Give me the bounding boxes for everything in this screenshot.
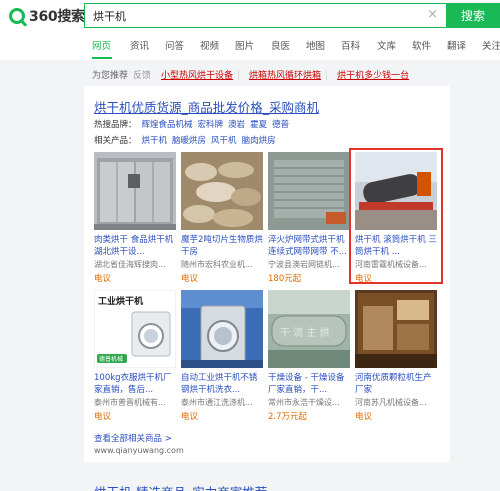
logo-q-icon — [9, 8, 25, 24]
feedback-link[interactable]: 反馈 — [133, 68, 151, 81]
logo[interactable]: 360搜索 — [9, 6, 85, 26]
header: 360搜索 烘干机 × 搜索 网页 资讯 问答 视频 图片 良医 地图 百科 文… — [0, 0, 500, 60]
logo-text: 360搜索 — [29, 9, 85, 25]
product-image[interactable]: 干 流 主 烘 — [268, 290, 350, 368]
product-price: 电议 — [181, 412, 199, 422]
tab-software[interactable]: 软件 — [412, 38, 431, 52]
product-price: 电议 — [355, 412, 373, 422]
product-item[interactable]: 河南优质颗粒机生产厂家 河南苏凡机械设备... 电议 — [355, 290, 437, 422]
product-price: 2.7万元起 — [268, 412, 308, 422]
tab-images[interactable]: 图片 — [235, 38, 254, 52]
site-url: www.qianyuwang.com — [94, 446, 184, 455]
close-icon[interactable]: × — [427, 7, 438, 23]
related-label: 相关产品： — [94, 136, 137, 146]
recommend-link[interactable]: 小型热风烘干设备 — [161, 68, 233, 81]
product-item[interactable]: 淬火炉网带式烘干机连续式网带网带 不... 宁波县澳岩网链机... 180元起 — [268, 152, 350, 284]
view-all-products-link[interactable]: 查看全部相关商品 > — [94, 432, 172, 444]
brand-link[interactable]: 宏科牌 — [198, 120, 224, 130]
product-image[interactable] — [268, 152, 350, 230]
divider — [238, 69, 240, 80]
product-name[interactable]: 100kg衣服烘干机厂家直销，售后... — [94, 372, 176, 396]
product-name[interactable]: 干燥设备 - 干燥设备厂家直销，干... — [268, 372, 350, 396]
product-item[interactable]: 工业烘干机 德普机械 100kg衣服烘干机厂家直销，售后... 泰州市普晋机械有… — [94, 290, 176, 422]
tab-baike[interactable]: 百科 — [341, 38, 360, 52]
product-image[interactable]: 工业烘干机 德普机械 — [94, 290, 176, 368]
ad-result-card: 烘干机优质货源_商品批发价格_采购商机 热搜品牌： 辉煌食品机械 宏科牌 澳岩 霍夏 德普… — [84, 86, 450, 462]
product-name[interactable]: 淬火炉网带式烘干机连续式网带网带 不... — [268, 234, 350, 258]
product-image[interactable] — [94, 152, 176, 230]
related-link[interactable]: 脑暖烘房 — [172, 136, 206, 146]
product-name[interactable]: 河南优质颗粒机生产厂家 — [355, 372, 437, 396]
result-title-link[interactable]: 烘干机优质货源_商品批发价格_采购商机 — [94, 97, 319, 116]
product-seller: 常州市永浩干燥设... — [268, 398, 340, 407]
brand-link[interactable]: 澳岩 — [228, 120, 245, 130]
tab-doctor[interactable]: 良医 — [271, 38, 290, 52]
divider — [326, 69, 328, 80]
brand-link[interactable]: 辉煌食品机械 — [142, 120, 193, 130]
product-image[interactable] — [181, 290, 263, 368]
product-seller: 泰州市通江洗涤机... — [181, 398, 253, 407]
search-value: 烘干机 — [93, 10, 126, 23]
product-price: 180元起 — [268, 274, 302, 284]
vertical-tabs: 网页 资讯 问答 视频 图片 良医 地图 百科 文库 软件 翻译 关注 — [0, 38, 500, 60]
product-seller: 泰州市普晋机械有... — [94, 398, 166, 407]
product-item[interactable]: 自动工业烘干机不锈钢烘干机洗衣... 泰州市通江洗涤机... 电议 — [181, 290, 263, 422]
active-tab-underline — [92, 57, 112, 59]
brand-link[interactable]: 德普 — [272, 120, 289, 130]
tab-webpage[interactable]: 网页 — [92, 38, 111, 52]
tab-video[interactable]: 视频 — [200, 38, 219, 52]
search-button[interactable]: 搜索 — [446, 3, 500, 28]
tab-news[interactable]: 资讯 — [130, 38, 149, 52]
image-caption: 干 流 主 烘 — [280, 326, 330, 339]
related-link[interactable]: 烘干机 — [142, 136, 168, 146]
hot-brands-row: 热搜品牌： 辉煌食品机械 宏科牌 澳岩 霍夏 德普 — [94, 118, 289, 130]
product-image[interactable] — [355, 290, 437, 368]
tab-translate[interactable]: 翻译 — [447, 38, 466, 52]
tab-map[interactable]: 地图 — [306, 38, 325, 52]
product-seller: 宁波县澳岩网链机... — [268, 260, 340, 269]
product-name[interactable]: 魔芋2吨切片生物质烘干房 — [181, 234, 263, 258]
tab-follow[interactable]: 关注 — [482, 38, 500, 52]
related-link[interactable]: 风干机 — [211, 136, 237, 146]
tab-qa[interactable]: 问答 — [165, 38, 184, 52]
recommend-label: 为您推荐 — [92, 71, 129, 81]
product-name[interactable]: 肉类烘干 食品烘干机 湖北烘干设... — [94, 234, 176, 258]
related-products-row: 相关产品： 烘干机 脑暖烘房 风干机 脑肉烘房 — [94, 134, 276, 146]
product-seller: 河南苏凡机械设备... — [355, 398, 427, 407]
hot-brands-label: 热搜品牌： — [94, 120, 137, 130]
related-link[interactable]: 脑肉烘房 — [242, 136, 276, 146]
highlight-box — [349, 148, 443, 284]
product-price: 电议 — [94, 412, 112, 422]
recommend-link[interactable]: 烘干机多少钱一台 — [337, 68, 409, 81]
image-caption: 德普机械 — [99, 355, 123, 363]
product-item[interactable]: 魔芋2吨切片生物质烘干房 随州市宏科农业机... 电议 — [181, 152, 263, 284]
product-image[interactable] — [181, 152, 263, 230]
result-title-link[interactable]: 烘干机-精选商品_实力商家推荐 — [94, 482, 267, 491]
product-item[interactable]: 干 流 主 烘 干燥设备 - 干燥设备厂家直销，干... 常州市永浩干燥设...… — [268, 290, 350, 422]
tab-wenku[interactable]: 文库 — [377, 38, 396, 52]
recommend-bar: 为您推荐 反馈 小型热风烘干设备 烘箱热风循环烘箱 烘干机多少钱一台 — [92, 68, 409, 81]
brand-link[interactable]: 霍夏 — [250, 120, 267, 130]
recommend-link[interactable]: 烘箱热风循环烘箱 — [249, 68, 321, 81]
product-price: 电议 — [94, 274, 112, 284]
product-seller: 湖北省佳海辉搜肉... — [94, 260, 166, 269]
product-name[interactable]: 自动工业烘干机不锈钢烘干机洗衣... — [181, 372, 263, 396]
product-price: 电议 — [181, 274, 199, 284]
product-item[interactable]: 肉类烘干 食品烘干机 湖北烘干设... 湖北省佳海辉搜肉... 电议 — [94, 152, 176, 284]
product-seller: 随州市宏科农业机... — [181, 260, 253, 269]
image-caption: 工业烘干机 — [98, 295, 143, 307]
search-input[interactable]: 烘干机 × — [84, 3, 446, 28]
